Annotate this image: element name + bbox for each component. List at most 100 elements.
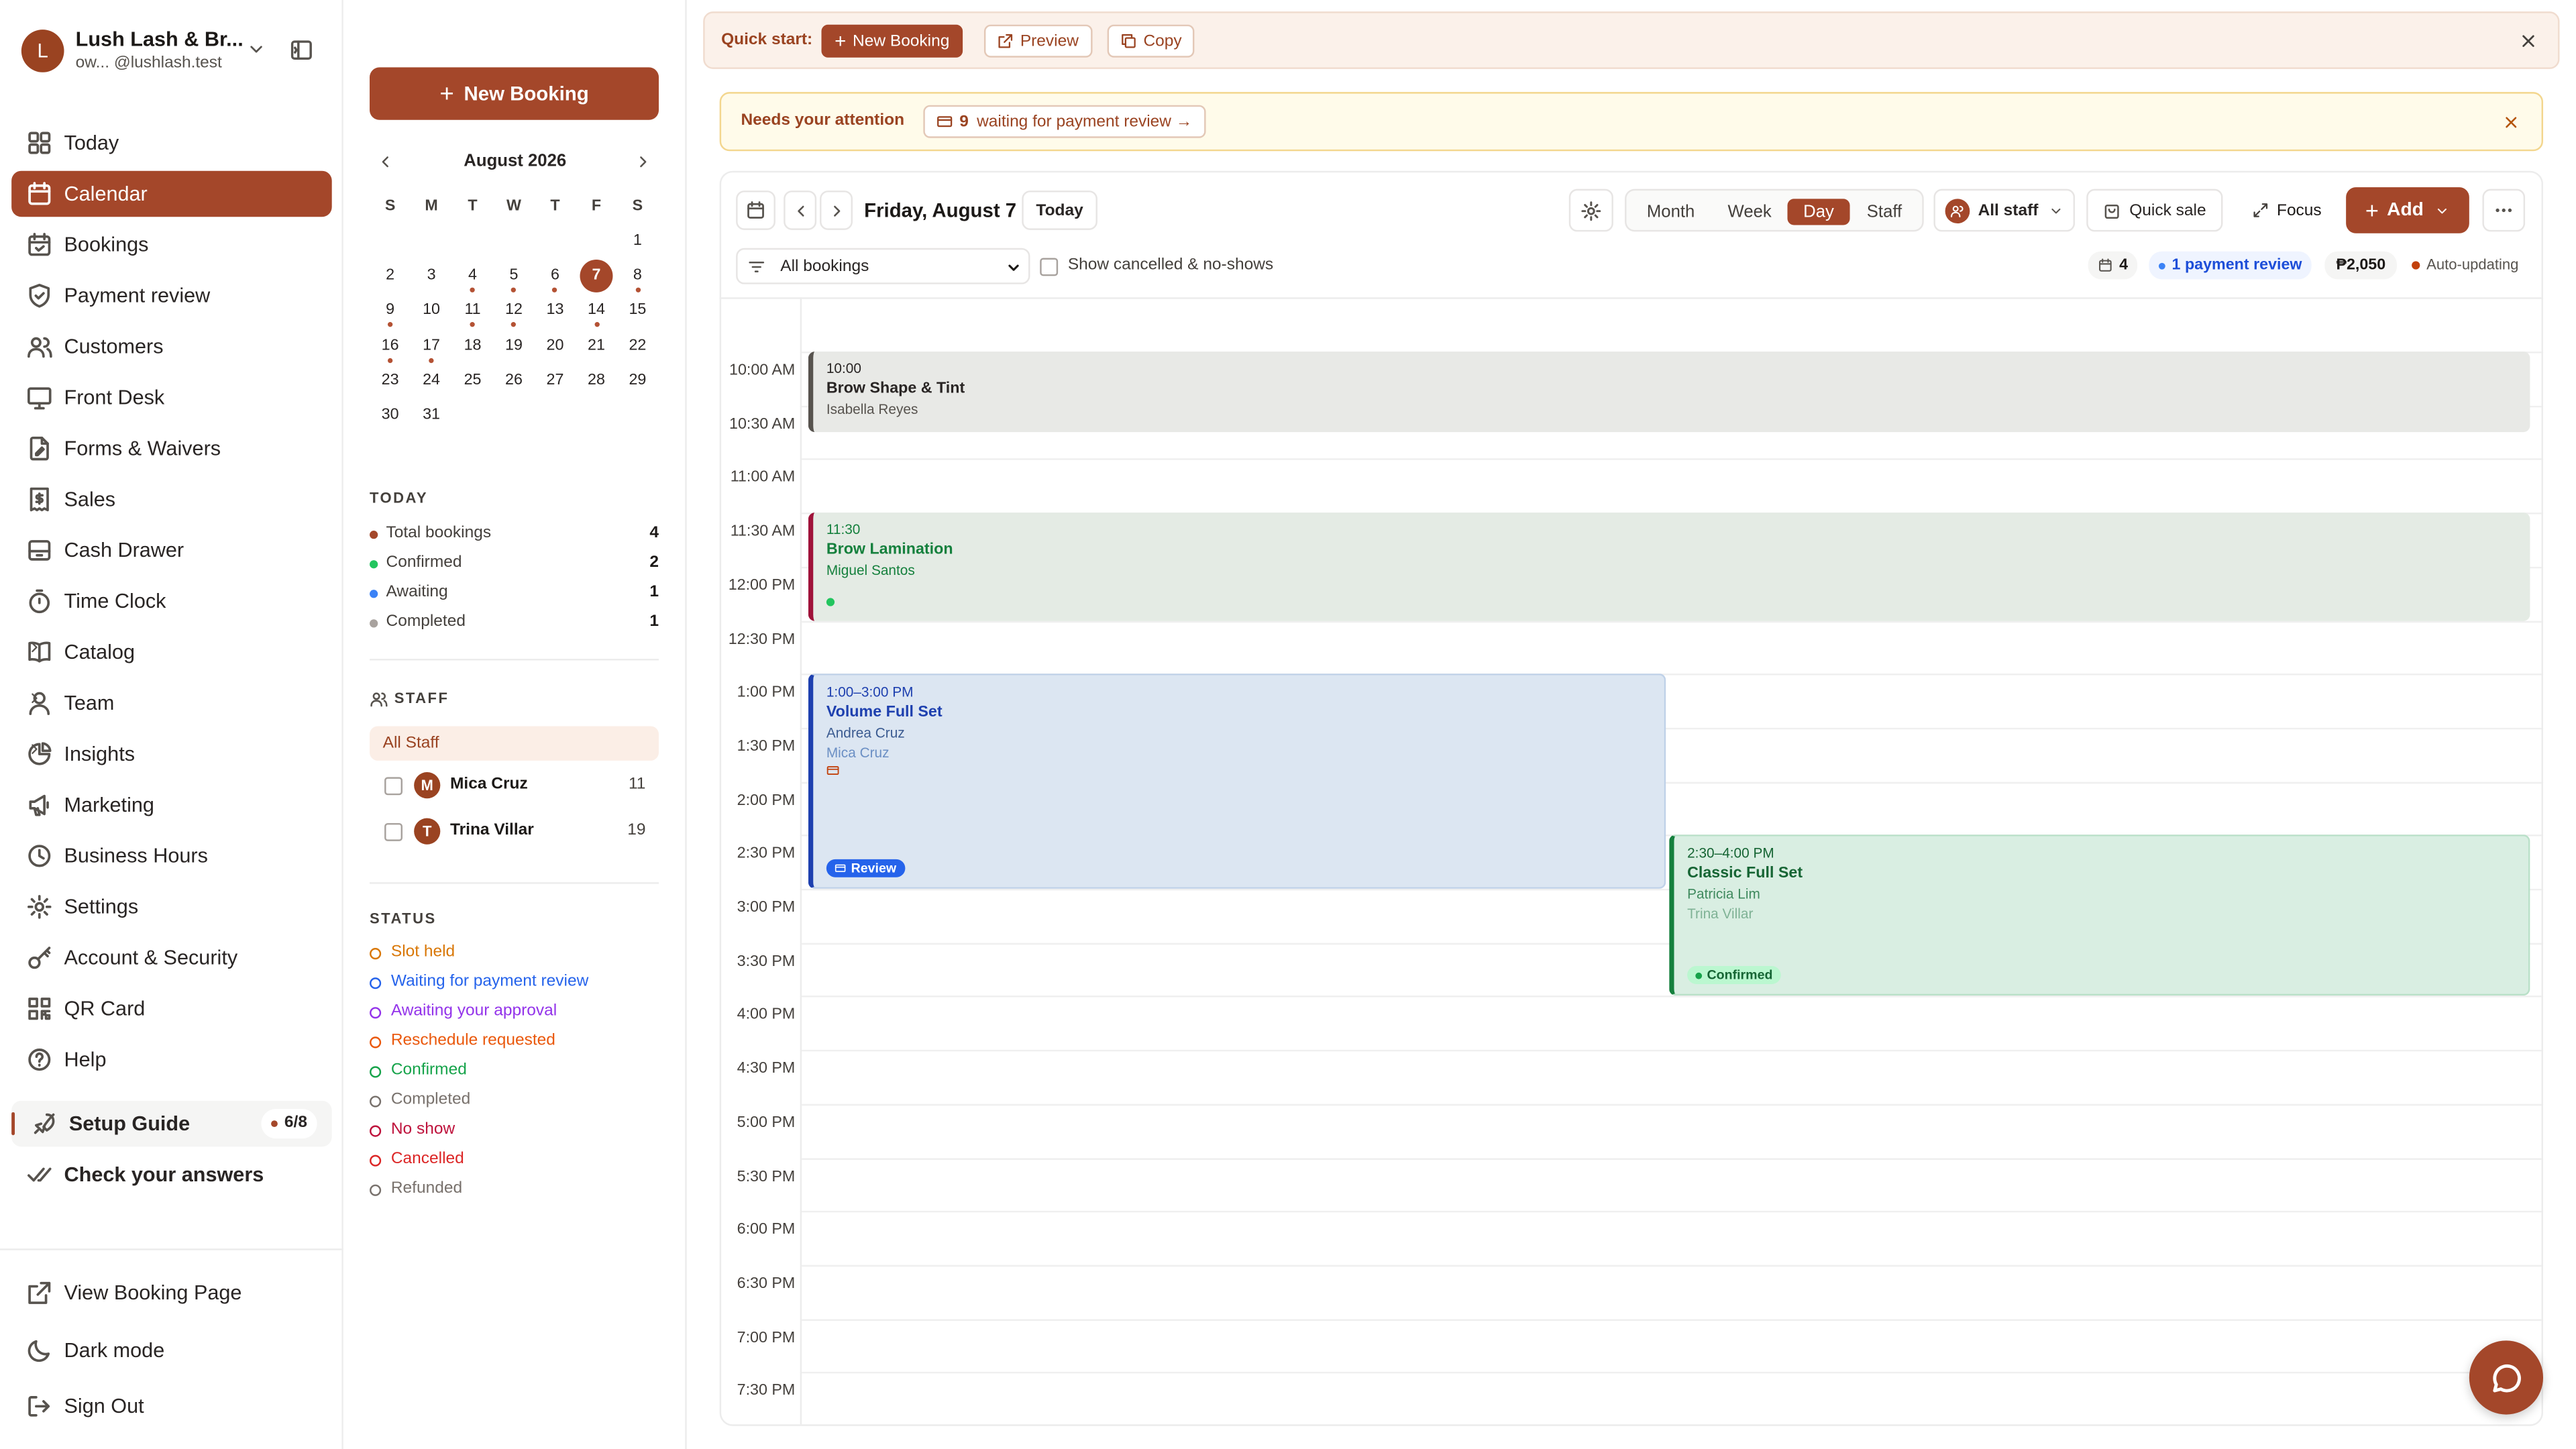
calendar-day[interactable]: 3 bbox=[411, 260, 451, 292]
view-day[interactable]: Day bbox=[1787, 199, 1850, 225]
calendar-settings-button[interactable] bbox=[1568, 189, 1613, 232]
booking-event[interactable]: 10:00 Brow Shape & Tint Isabella Reyes bbox=[808, 352, 2530, 433]
sidebar-item-qr-card[interactable]: QR Card bbox=[11, 985, 332, 1032]
add-button[interactable]: + Add bbox=[2346, 187, 2469, 233]
calendar-day[interactable]: 30 bbox=[370, 399, 411, 432]
calendar-day[interactable]: 26 bbox=[493, 364, 534, 397]
staff-filter-dropdown[interactable]: All staff bbox=[1933, 189, 2076, 232]
booking-event[interactable]: 1:00–3:00 PM Volume Full Set Andrea Cruz… bbox=[808, 674, 1666, 889]
chat-button[interactable] bbox=[2469, 1340, 2544, 1415]
sidebar-item-payment-review[interactable]: Payment review bbox=[11, 273, 332, 319]
bookings-filter-select[interactable]: All bookings bbox=[736, 248, 1030, 284]
sidebar-toggle-icon[interactable] bbox=[289, 38, 314, 62]
prev-month-icon[interactable] bbox=[376, 153, 394, 171]
payment-review-badge[interactable]: 1 payment review bbox=[2149, 251, 2312, 280]
all-staff-filter[interactable]: All Staff bbox=[370, 726, 659, 761]
calendar-day[interactable]: 31 bbox=[411, 399, 451, 432]
date-picker-button[interactable] bbox=[736, 191, 775, 230]
chevron-down-icon bbox=[250, 46, 262, 53]
stat-label: Awaiting bbox=[386, 583, 448, 602]
staff-checkbox[interactable] bbox=[384, 777, 403, 796]
show-cancelled-checkbox[interactable] bbox=[1040, 258, 1059, 276]
next-day-button[interactable] bbox=[820, 191, 853, 230]
sidebar-item-today[interactable]: Today bbox=[11, 120, 332, 166]
calendar-day[interactable]: 23 bbox=[370, 364, 411, 397]
workspace-switcher[interactable]: L Lush Lash & Br... ow... @lushlash.test bbox=[11, 19, 274, 82]
sidebar-item-sales[interactable]: Sales bbox=[11, 476, 332, 523]
quick-sale-button[interactable]: Quick sale bbox=[2086, 189, 2223, 232]
event-title: Brow Shape & Tint bbox=[826, 379, 965, 398]
calendar-day[interactable]: 19 bbox=[493, 329, 534, 362]
staff-filter-item[interactable]: T Trina Villar 19 bbox=[370, 818, 659, 848]
calendar-day[interactable]: 27 bbox=[535, 364, 576, 397]
next-month-icon[interactable] bbox=[634, 153, 652, 171]
calendar-day[interactable]: 21 bbox=[576, 329, 616, 362]
sidebar-item-marketing[interactable]: Marketing bbox=[11, 782, 332, 828]
booking-event[interactable]: 11:30 Brow Lamination Miguel Santos bbox=[808, 513, 2530, 621]
sidebar-item-insights[interactable]: Insights bbox=[11, 731, 332, 777]
staff-checkbox[interactable] bbox=[384, 822, 403, 841]
calendar-day[interactable]: 12 bbox=[493, 294, 534, 328]
booking-event[interactable]: 2:30–4:00 PM Classic Full Set Patricia L… bbox=[1669, 835, 2530, 996]
focus-button[interactable]: Focus bbox=[2238, 189, 2337, 232]
quick-new-booking-button[interactable]: + New Booking bbox=[821, 24, 963, 58]
sidebar-item-catalog[interactable]: Catalog bbox=[11, 629, 332, 676]
sidebar-item-team[interactable]: Team bbox=[11, 680, 332, 727]
footer-item-view-booking-page[interactable]: View Booking Page bbox=[11, 1270, 332, 1316]
close-icon[interactable] bbox=[2502, 113, 2520, 131]
setup-guide[interactable]: Setup Guide 6/8 bbox=[11, 1100, 332, 1147]
sidebar-item-time-clock[interactable]: Time Clock bbox=[11, 578, 332, 625]
sidebar-item-help[interactable]: Help bbox=[11, 1036, 332, 1083]
calendar-day[interactable]: 28 bbox=[576, 364, 616, 397]
check-answers[interactable]: Check your answers bbox=[11, 1152, 332, 1198]
staff-filter-item[interactable]: M Mica Cruz 11 bbox=[370, 772, 659, 802]
sidebar-item-account-security[interactable]: Account & Security bbox=[11, 934, 332, 981]
calendar-day[interactable]: 2 bbox=[370, 260, 411, 292]
stopwatch-icon bbox=[29, 589, 50, 614]
sidebar-item-label: Help bbox=[64, 1048, 107, 1071]
day-number: 24 bbox=[423, 370, 441, 389]
calendar-day[interactable]: 8 bbox=[617, 260, 658, 293]
sidebar-item-business-hours[interactable]: Business Hours bbox=[11, 833, 332, 879]
copy-button[interactable]: Copy bbox=[1107, 24, 1195, 58]
calendar-day[interactable]: 29 bbox=[617, 364, 658, 397]
calendar-day[interactable]: 14 bbox=[576, 294, 616, 328]
calendar-day[interactable]: 17 bbox=[411, 329, 451, 363]
calendar-day[interactable]: 7 bbox=[576, 260, 616, 293]
sidebar-item-calendar[interactable]: Calendar bbox=[11, 170, 332, 217]
new-booking-button[interactable]: + New Booking bbox=[370, 67, 659, 120]
calendar-day[interactable]: 25 bbox=[452, 364, 493, 397]
view-week[interactable]: Week bbox=[1713, 199, 1786, 225]
calendar-day[interactable]: 24 bbox=[411, 364, 451, 397]
calendar-day[interactable]: 6 bbox=[535, 260, 576, 293]
payment-review-link[interactable]: 9 waiting for payment review → bbox=[923, 105, 1205, 138]
calendar-day[interactable]: 15 bbox=[617, 294, 658, 327]
footer-item-sign-out[interactable]: Sign Out bbox=[11, 1383, 332, 1430]
sidebar-item-cash-drawer[interactable]: Cash Drawer bbox=[11, 527, 332, 574]
calendar-day[interactable]: 4 bbox=[452, 260, 493, 293]
calendar-day[interactable]: 20 bbox=[535, 329, 576, 362]
more-options-button[interactable] bbox=[2482, 189, 2526, 232]
preview-button[interactable]: Preview bbox=[983, 24, 1092, 58]
sidebar-item-front-desk[interactable]: Front Desk bbox=[11, 374, 332, 421]
sidebar-item-bookings[interactable]: Bookings bbox=[11, 222, 332, 268]
calendar-day[interactable]: 11 bbox=[452, 294, 493, 328]
sidebar-item-forms-waivers[interactable]: Forms & Waivers bbox=[11, 425, 332, 472]
footer-item-dark-mode[interactable]: Dark mode bbox=[11, 1327, 332, 1373]
sidebar-item-settings[interactable]: Settings bbox=[11, 884, 332, 930]
today-button[interactable]: Today bbox=[1022, 191, 1097, 230]
calendar-day[interactable]: 16 bbox=[370, 329, 411, 363]
view-staff[interactable]: Staff bbox=[1851, 199, 1917, 225]
calendar-day[interactable]: 9 bbox=[370, 294, 411, 328]
view-month[interactable]: Month bbox=[1635, 199, 1707, 225]
calendar-day[interactable]: 18 bbox=[452, 329, 493, 362]
calendar-day[interactable]: 5 bbox=[493, 260, 534, 293]
day-number: 20 bbox=[546, 336, 564, 354]
prev-day-button[interactable] bbox=[784, 191, 817, 230]
calendar-day[interactable]: 22 bbox=[617, 329, 658, 362]
close-icon[interactable] bbox=[2518, 32, 2538, 51]
calendar-day[interactable]: 13 bbox=[535, 294, 576, 327]
calendar-day[interactable]: 1 bbox=[617, 225, 658, 258]
sidebar-item-customers[interactable]: Customers bbox=[11, 323, 332, 370]
calendar-day[interactable]: 10 bbox=[411, 294, 451, 327]
